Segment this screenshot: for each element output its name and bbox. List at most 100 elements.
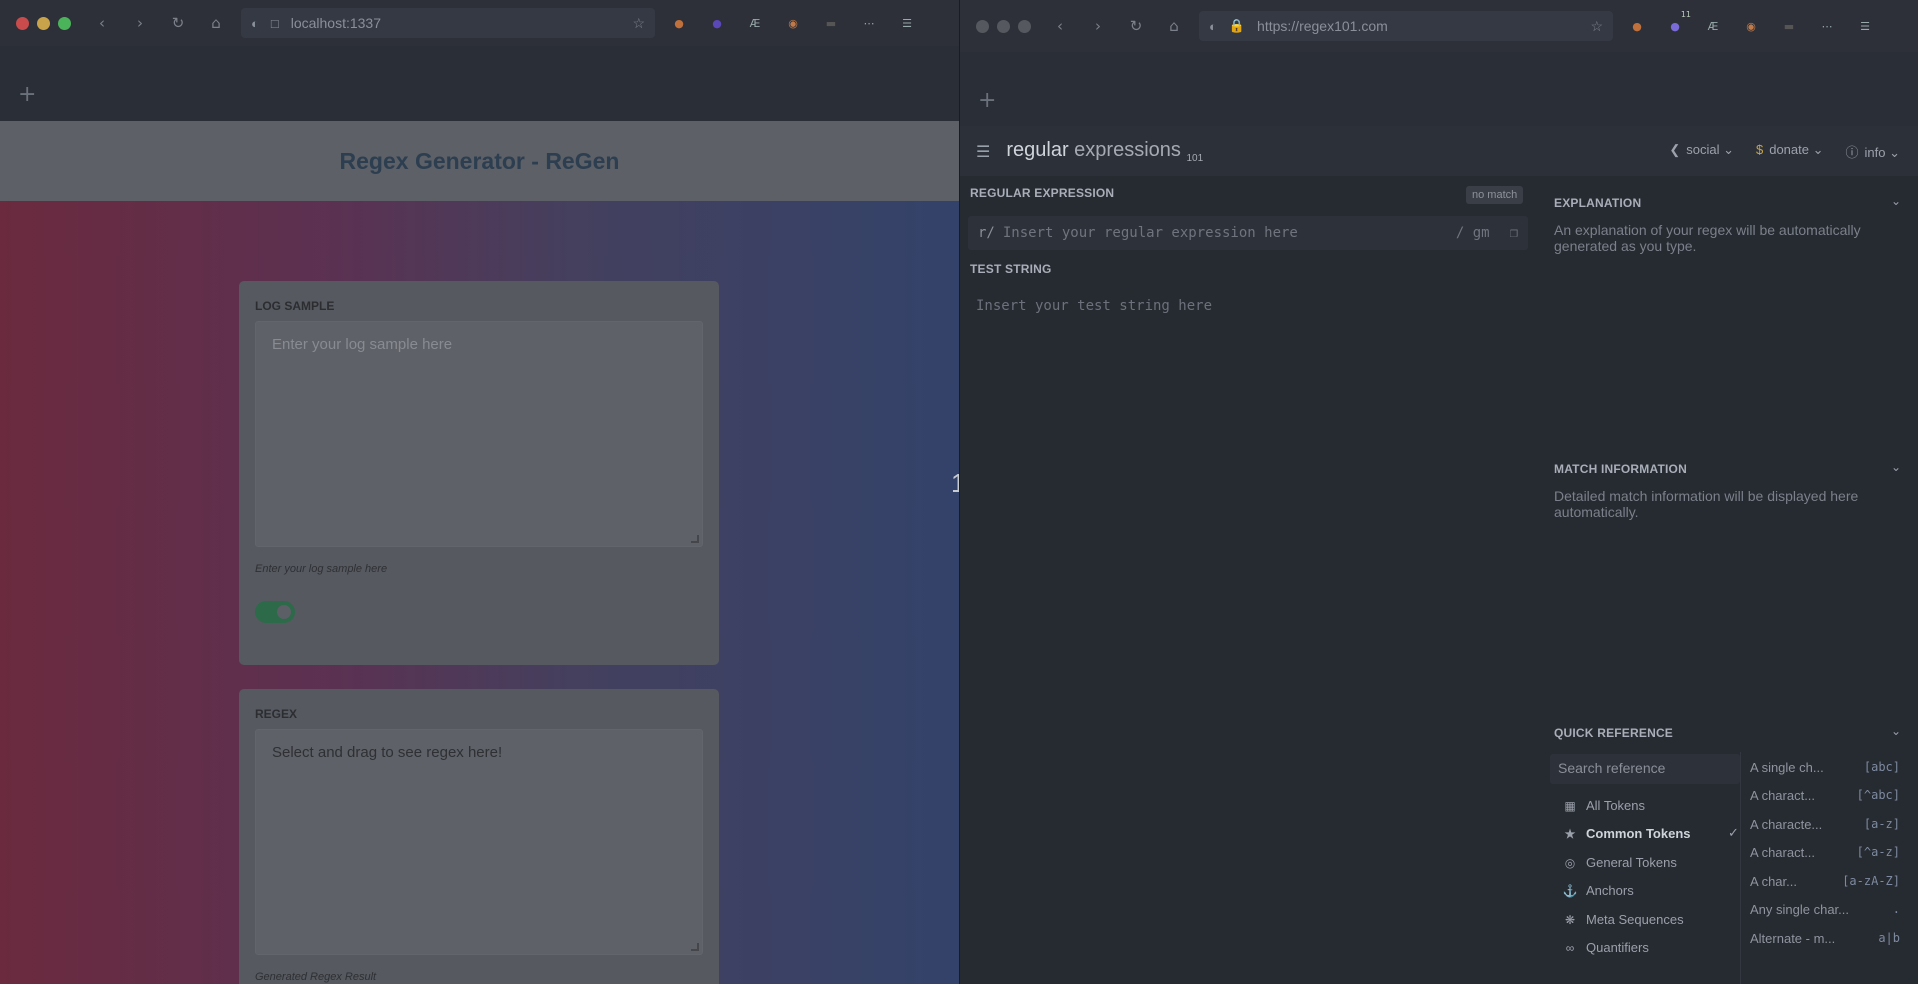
quick-ref-label: QUICK REFERENCE: [1554, 726, 1674, 740]
infinity-icon: ∞: [1565, 940, 1575, 955]
close-window-button[interactable]: [16, 16, 29, 30]
ref-item-token: .: [1892, 902, 1900, 916]
text-ext-icon[interactable]: Æ: [745, 13, 765, 33]
donate-menu[interactable]: $ donate ⌄: [1756, 142, 1824, 161]
ref-item[interactable]: A characte... [a-z]: [1750, 817, 1900, 832]
resize-handle-icon[interactable]: [691, 943, 699, 951]
ref-item-label: A single ch...: [1750, 760, 1824, 775]
purple-ext-icon[interactable]: ● 11: [1665, 10, 1691, 36]
purple-ext-icon[interactable]: ●: [707, 13, 727, 33]
anchor-icon: ⚓: [1562, 883, 1578, 898]
chevron-down-icon[interactable]: ⌄: [1891, 724, 1901, 738]
log-sample-card: LOG SAMPLE Enter your log sample here En…: [239, 281, 719, 665]
check-icon: ✓: [1728, 826, 1739, 841]
ref-cat-general-tokens[interactable]: ◎ General Tokens: [1562, 855, 1677, 870]
regex-output[interactable]: Select and drag to see regex here!: [255, 729, 703, 955]
log-sample-placeholder: Enter your log sample here: [272, 336, 453, 353]
toggle-switch[interactable]: [255, 601, 295, 623]
more-icon[interactable]: ⋯: [1817, 16, 1837, 36]
ref-item[interactable]: A charact... [^abc]: [1750, 788, 1900, 803]
forward-arrow-icon[interactable]: ›: [121, 14, 159, 32]
site-logo[interactable]: regular expressions 101: [1006, 139, 1203, 164]
ref-item[interactable]: A char... [a-zA-Z]: [1750, 874, 1900, 889]
hamburger-icon[interactable]: ☰: [976, 142, 990, 161]
ref-item-token: [^a-z]: [1856, 845, 1900, 859]
regex-flags[interactable]: / gm: [1456, 225, 1490, 241]
maximize-window-button[interactable]: [1018, 19, 1031, 33]
ref-item[interactable]: A charact... [^a-z]: [1750, 845, 1900, 860]
more-icon[interactable]: ⋯: [859, 13, 879, 33]
maximize-window-button[interactable]: [58, 16, 71, 30]
ref-cat-anchors[interactable]: ⚓ Anchors: [1562, 883, 1634, 898]
ref-item-token: [a-z]: [1863, 817, 1900, 831]
ref-cat-all-tokens[interactable]: ▦ All Tokens: [1562, 798, 1645, 813]
regex-card: REGEX Select and drag to see regex here!…: [239, 689, 719, 984]
minimize-window-button[interactable]: [37, 16, 50, 30]
shield-icon[interactable]: ◐: [1209, 19, 1217, 34]
text-ext-icon[interactable]: Æ: [1703, 16, 1723, 36]
regex-output-text: Select and drag to see regex here!: [272, 744, 503, 761]
ref-cat-label: Quantifiers: [1586, 940, 1649, 955]
left-titlebar: ‹ › ↻ ⌂ ◐ □ localhost:1337 ☆ ● ● Æ ◉ ▬ ⋯…: [0, 0, 959, 46]
menu-icon[interactable]: ☰: [1855, 16, 1875, 36]
chevron-down-icon[interactable]: ⌄: [1891, 460, 1901, 474]
info-menu[interactable]: ⓘ info ⌄: [1846, 142, 1901, 161]
test-string-label: TEST STRING: [970, 262, 1052, 276]
ref-cat-meta-sequences[interactable]: ❋ Meta Sequences: [1562, 912, 1684, 927]
back-arrow-icon[interactable]: ‹: [83, 14, 121, 32]
close-window-button[interactable]: [976, 19, 989, 33]
ref-item[interactable]: Any single char....: [1750, 902, 1900, 917]
screen: ‹ › ↻ ⌂ ◐ □ localhost:1337 ☆ ● ● Æ ◉ ▬ ⋯…: [0, 0, 1918, 984]
ref-item-token: [^abc]: [1856, 788, 1900, 802]
dark-ext-icon[interactable]: ▬: [1779, 16, 1799, 36]
fox-icon[interactable]: ●: [1627, 16, 1647, 36]
ref-item[interactable]: A single ch... [abc]: [1750, 760, 1900, 775]
social-label: social: [1686, 141, 1720, 157]
home-icon[interactable]: ⌂: [197, 14, 235, 32]
fox-icon[interactable]: ●: [669, 13, 689, 33]
page-title: Regex Generator - ReGen: [339, 147, 620, 174]
ref-cat-label: Common Tokens: [1586, 826, 1691, 841]
ref-item-label: A characte...: [1750, 817, 1823, 832]
copy-icon[interactable]: ❐: [1510, 225, 1518, 241]
ref-cat-quantifiers[interactable]: ∞ Quantifiers: [1562, 940, 1649, 955]
ref-item[interactable]: Alternate - m... a|b: [1750, 931, 1900, 946]
test-string-input[interactable]: Insert your test string here: [976, 298, 1212, 314]
reload-icon[interactable]: ↻: [1117, 17, 1155, 35]
right-tab-strip: +: [960, 52, 1918, 126]
right-url-bar[interactable]: ◐ 🔒 https://regex101.com ☆: [1199, 11, 1613, 41]
chevron-down-icon[interactable]: ⌄: [1891, 194, 1901, 208]
resize-handle-icon[interactable]: [691, 535, 699, 543]
bookmark-star-icon[interactable]: ☆: [632, 15, 645, 32]
new-tab-icon[interactable]: +: [978, 88, 996, 113]
left-url-bar[interactable]: ◐ □ localhost:1337 ☆: [241, 8, 655, 38]
header-menu: ❮ social ⌄ $ donate ⌄ ⓘ info ⌄: [1669, 142, 1900, 161]
left-browser-window: ‹ › ↻ ⌂ ◐ □ localhost:1337 ☆ ● ● Æ ◉ ▬ ⋯…: [0, 0, 959, 984]
asterisk-icon: ❋: [1564, 912, 1576, 927]
social-menu[interactable]: ❮ social ⌄: [1669, 142, 1734, 161]
left-tab-strip: +: [0, 46, 959, 122]
color-ext-icon[interactable]: ◉: [1741, 16, 1761, 36]
reference-search-input[interactable]: Search reference: [1550, 754, 1740, 784]
home-icon[interactable]: ⌂: [1155, 17, 1193, 35]
log-sample-input[interactable]: Enter your log sample here: [255, 321, 703, 547]
ref-cat-common-tokens[interactable]: ★ Common Tokens: [1562, 826, 1691, 841]
new-tab-icon[interactable]: +: [18, 82, 36, 107]
minimize-window-button[interactable]: [997, 19, 1010, 33]
menu-icon[interactable]: ☰: [897, 13, 917, 33]
reload-icon[interactable]: ↻: [159, 14, 197, 32]
regex-input[interactable]: r/ Insert your regular expression here /…: [968, 216, 1528, 250]
bookmark-star-icon[interactable]: ☆: [1590, 18, 1603, 35]
ref-item-label: A char...: [1750, 874, 1797, 889]
dark-ext-icon[interactable]: ▬: [821, 13, 841, 33]
star-icon: ★: [1564, 826, 1576, 841]
window-controls: [16, 16, 71, 30]
ref-cat-label: General Tokens: [1586, 855, 1677, 870]
reference-divider: [1740, 752, 1741, 984]
editor-pane: REGULAR EXPRESSION no match r/ Insert yo…: [960, 176, 1540, 984]
forward-arrow-icon[interactable]: ›: [1079, 17, 1117, 35]
ext-badge: 11: [1680, 10, 1691, 19]
color-ext-icon[interactable]: ◉: [783, 13, 803, 33]
back-arrow-icon[interactable]: ‹: [1041, 17, 1079, 35]
shield-icon[interactable]: ◐: [251, 16, 259, 31]
